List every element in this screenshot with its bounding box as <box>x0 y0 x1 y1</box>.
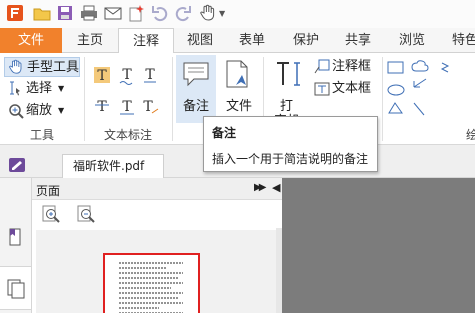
group-label-drawing: 绘 <box>466 128 475 142</box>
zoom-label: 缩放 <box>26 103 53 118</box>
ribbon-separator <box>84 57 85 141</box>
document-tab-name: 福昕软件.pdf <box>73 159 145 173</box>
pages-icon <box>7 279 25 299</box>
undo-icon[interactable] <box>151 4 169 22</box>
save-icon[interactable] <box>56 4 74 22</box>
tab-file[interactable]: 文件 <box>0 28 62 53</box>
typewriter-button[interactable]: 打 字机 <box>268 55 308 117</box>
hand-tool-icon <box>9 59 22 74</box>
zoom-out-page-icon[interactable] <box>77 205 95 223</box>
pages-panel-button[interactable] <box>0 266 31 310</box>
svg-text:T: T <box>122 67 132 83</box>
pages-panel-header: 页面 ▶▶ ◀ <box>32 178 282 200</box>
email-icon[interactable] <box>104 4 122 22</box>
collapse-panel-icon[interactable]: ◀ <box>272 181 280 194</box>
open-folder-icon[interactable] <box>33 4 51 22</box>
file-attachment-button[interactable]: 文件 <box>219 55 257 123</box>
tab-protect[interactable]: 保护 <box>280 28 332 53</box>
tab-annotate[interactable]: 注释 <box>118 28 174 54</box>
print-icon[interactable] <box>80 4 98 22</box>
textbox-icon <box>314 82 330 96</box>
note-icon <box>183 62 209 87</box>
note-tooltip: 备注 插入一个用于简洁说明的备注 <box>203 116 378 172</box>
new-icon[interactable] <box>127 4 145 22</box>
document-menu-icon[interactable] <box>8 157 26 173</box>
drawing-shapes <box>387 60 450 116</box>
dropdown-icon[interactable]: ▼ <box>219 9 225 18</box>
tooltip-description: 插入一个用于简洁说明的备注 <box>212 152 369 166</box>
callout-label: 注释框 <box>332 59 372 74</box>
svg-text:T: T <box>97 68 107 84</box>
bookmarks-panel-button[interactable] <box>0 218 31 254</box>
file-attachment-label: 文件 <box>226 99 253 114</box>
page-thumbnails <box>36 230 276 313</box>
group-label-text-markup: 文本标注 <box>104 128 153 142</box>
textbox-label: 文本框 <box>332 81 372 96</box>
document-canvas[interactable] <box>282 178 475 313</box>
navigation-rail <box>0 178 32 313</box>
svg-text:T: T <box>97 99 107 115</box>
typewriter-icon <box>277 62 300 86</box>
file-attachment-icon <box>226 60 248 88</box>
pages-panel-title: 页面 <box>36 184 61 198</box>
ribbon-separator <box>382 57 383 141</box>
zoom-in-page-icon[interactable] <box>42 205 60 223</box>
select-label: 选择 <box>26 81 53 96</box>
document-tab[interactable]: 福昕软件.pdf <box>62 154 164 178</box>
hand-tool-label: 手型工具 <box>27 60 80 75</box>
select-button[interactable]: 选择 ▼ <box>4 79 80 99</box>
expand-panel-icon[interactable]: ▶▶ <box>254 182 267 193</box>
group-label-tools: 工具 <box>30 128 55 142</box>
callout-button[interactable]: 注释框 <box>312 57 378 77</box>
callout-icon <box>314 59 330 74</box>
tab-browse[interactable]: 浏览 <box>388 28 436 53</box>
tab-form[interactable]: 表单 <box>228 28 276 53</box>
redo-icon[interactable] <box>174 4 192 22</box>
hand-icon[interactable] <box>199 4 217 22</box>
tooltip-title: 备注 <box>212 126 237 140</box>
tab-view[interactable]: 视图 <box>176 28 224 53</box>
textbox-button[interactable]: 文本框 <box>312 79 378 99</box>
text-markup-icons: T T T T T T <box>94 67 159 115</box>
bookmark-icon <box>9 228 21 246</box>
thumbnail-text-lines <box>119 262 183 313</box>
page-thumbnail[interactable] <box>103 253 200 313</box>
ribbon-separator <box>172 57 173 141</box>
svg-text:T: T <box>145 67 155 83</box>
ribbon-tabs: 文件 主页 注释 视图 表单 保护 共享 浏览 特色 <box>0 28 475 54</box>
tab-share[interactable]: 共享 <box>334 28 382 53</box>
zoom-button[interactable]: 缩放 ▼ <box>4 101 80 121</box>
note-button[interactable]: 备注 <box>176 55 216 123</box>
select-dropdown-icon: ▼ <box>58 84 65 93</box>
tab-home[interactable]: 主页 <box>64 28 116 53</box>
quick-access-toolbar: ▼ <box>0 0 475 28</box>
svg-text:T: T <box>122 99 132 115</box>
tab-featured[interactable]: 特色 <box>444 28 475 53</box>
hand-tool-button[interactable]: 手型工具 <box>4 57 80 77</box>
note-label: 备注 <box>183 99 210 114</box>
select-text-icon <box>10 81 20 96</box>
pages-panel-toolbar <box>32 200 282 228</box>
app-logo-icon[interactable] <box>6 4 24 22</box>
pages-panel: 页面 ▶▶ ◀ <box>32 178 282 313</box>
zoom-icon <box>9 104 24 119</box>
zoom-dropdown-icon: ▼ <box>58 106 65 115</box>
